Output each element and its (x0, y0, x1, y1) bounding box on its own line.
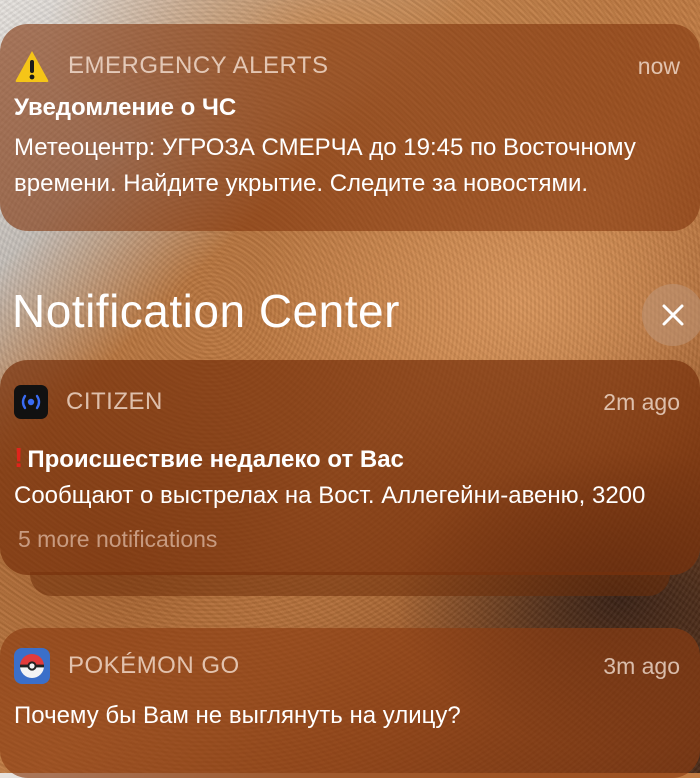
notification-body: Почему бы Вам не выглянуть на улицу? (14, 702, 461, 729)
notification-header: CITIZEN 2m ago (14, 384, 680, 420)
pokemon-go-notification[interactable]: POKÉMON GO 3m ago Почему бы Вам не выгля… (0, 628, 700, 778)
notification-header: POKÉMON GO 3m ago (14, 648, 680, 684)
notification-header: EMERGENCY ALERTS now (14, 48, 680, 84)
timestamp: 2m ago (603, 388, 680, 415)
app-name: EMERGENCY ALERTS (68, 52, 329, 79)
timestamp: now (637, 52, 680, 79)
notification-title: Уведомление о ЧС (14, 94, 237, 121)
notification-body: Сообщают о выстрелах на Вост. Аллегейни-… (14, 482, 646, 509)
pokeball-icon (14, 648, 50, 684)
app-name: POKÉMON GO (68, 652, 240, 679)
notification-body: Метеоцентр: УГРОЗА СМЕРЧА до 19:45 по Во… (14, 134, 636, 197)
app-name: CITIZEN (66, 388, 163, 415)
notification-title-text: Происшествие недалеко от Вас (27, 446, 404, 473)
clear-notifications-button[interactable] (642, 284, 700, 346)
more-notifications-link[interactable]: 5 more notifications (18, 526, 217, 553)
notification-center-title: Notification Center (12, 285, 400, 337)
alert-exclamation-icon: ! (14, 442, 24, 473)
timestamp: 3m ago (603, 652, 680, 679)
close-icon (662, 304, 684, 326)
stacked-notifications-edge (30, 572, 670, 596)
notification-title: ! Происшествие недалеко от Вас (14, 442, 686, 474)
warning-triangle-icon (14, 48, 50, 84)
emergency-alert-notification[interactable]: EMERGENCY ALERTS now Уведомление о ЧС Ме… (0, 24, 700, 231)
citizen-broadcast-icon (14, 385, 48, 419)
citizen-notification-stack[interactable]: CITIZEN 2m ago ! Происшествие недалеко от… (0, 360, 700, 575)
